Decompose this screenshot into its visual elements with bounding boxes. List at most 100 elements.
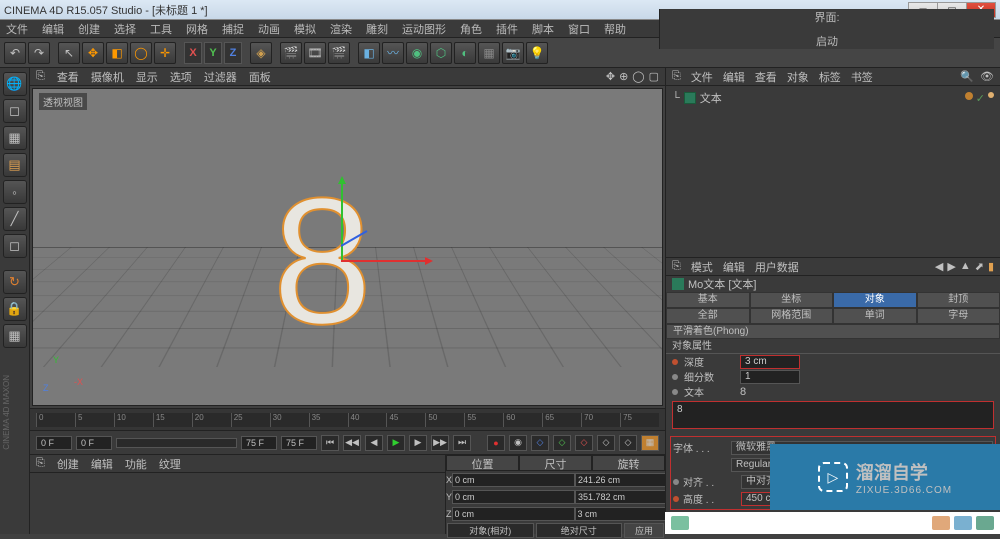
om-view[interactable]: 查看 xyxy=(755,69,777,85)
preview-end[interactable]: 75 F xyxy=(281,436,317,450)
view-menu-filter[interactable]: 过滤器 xyxy=(204,69,237,85)
om-object[interactable]: 对象 xyxy=(787,69,809,85)
anim-dot-depth[interactable] xyxy=(672,359,678,365)
key-opts[interactable]: ▦ xyxy=(641,435,659,451)
undock-icon[interactable]: ⎘ xyxy=(36,457,45,470)
tab-basic[interactable]: 基本 xyxy=(666,292,750,308)
undo-button[interactable]: ↶ xyxy=(4,42,26,64)
orbit-icon[interactable]: ◯ xyxy=(632,70,644,83)
pan-icon[interactable]: ✥ xyxy=(606,70,615,83)
environment-tool[interactable]: ▦ xyxy=(478,42,500,64)
anim-dot-height[interactable] xyxy=(673,496,679,502)
anim-dot-subd[interactable] xyxy=(672,374,678,380)
mat-tab-edit[interactable]: 编辑 xyxy=(91,456,113,472)
nav-fwd-icon[interactable]: ▶ xyxy=(947,260,955,273)
scale-tool[interactable]: ◧ xyxy=(106,42,128,64)
layout-value[interactable]: 启动 xyxy=(816,33,838,49)
pos-x[interactable] xyxy=(452,473,575,487)
camera-tool[interactable]: 📷 xyxy=(502,42,524,64)
phong-row[interactable]: 平滑着色(Phong) xyxy=(666,324,1000,339)
next-frame[interactable]: ▶ xyxy=(409,435,427,451)
key-param[interactable]: ◇ xyxy=(597,435,615,451)
lock-y[interactable]: Y xyxy=(204,42,222,64)
menu-sculpt[interactable]: 雕刻 xyxy=(366,21,388,37)
tree-expand-icon[interactable]: └ xyxy=(672,92,680,104)
anim-dot-text[interactable] xyxy=(672,389,678,395)
undock-icon[interactable]: ⎘ xyxy=(672,260,681,273)
next-key[interactable]: ▶▶ xyxy=(431,435,449,451)
menu-character[interactable]: 角色 xyxy=(460,21,482,37)
attr-edit[interactable]: 编辑 xyxy=(723,259,745,275)
nav-compass[interactable]: Y Z -X xyxy=(43,355,83,395)
nav-up-icon[interactable]: ▲ xyxy=(960,260,971,273)
view-menu-display[interactable]: 显示 xyxy=(136,69,158,85)
om-bookmarks[interactable]: 书签 xyxy=(851,69,873,85)
lock-z[interactable]: Z xyxy=(224,42,242,64)
anim-dot-align[interactable] xyxy=(673,479,679,485)
om-file[interactable]: 文件 xyxy=(691,69,713,85)
menu-select[interactable]: 选择 xyxy=(114,21,136,37)
undock-icon[interactable]: ⎘ xyxy=(672,70,681,83)
om-tags[interactable]: 标签 xyxy=(819,69,841,85)
menu-mesh[interactable]: 网格 xyxy=(186,21,208,37)
axis-y[interactable] xyxy=(341,180,343,260)
menu-create[interactable]: 创建 xyxy=(78,21,100,37)
soft-select[interactable]: ▦ xyxy=(3,324,27,348)
move-tool[interactable]: ✥ xyxy=(82,42,104,64)
light-tool[interactable]: 💡 xyxy=(526,42,548,64)
tree-item-label[interactable]: 文本 xyxy=(700,90,722,106)
coord-system[interactable]: ◈ xyxy=(250,42,272,64)
prev-key[interactable]: ◀◀ xyxy=(343,435,361,451)
menu-tools[interactable]: 工具 xyxy=(150,21,172,37)
menu-animate[interactable]: 动画 xyxy=(258,21,280,37)
lock-x[interactable]: X xyxy=(184,42,202,64)
mat-tab-create[interactable]: 创建 xyxy=(57,456,79,472)
record-button[interactable]: ● xyxy=(487,435,505,451)
polygon-mode[interactable]: ◻ xyxy=(3,234,27,258)
attr-userdata[interactable]: 用户数据 xyxy=(755,259,799,275)
rotate-tool[interactable]: ◯ xyxy=(130,42,152,64)
texture-mode[interactable]: ▦ xyxy=(3,126,27,150)
pos-y[interactable] xyxy=(452,490,575,504)
tab-letter[interactable]: 字母 xyxy=(917,308,1000,324)
select-tool[interactable]: ↖ xyxy=(58,42,80,64)
new-window-icon[interactable]: ⬈ xyxy=(975,260,984,273)
coord-mode-select[interactable]: 对象(相对) xyxy=(447,523,534,538)
zoom-icon[interactable]: ⊕ xyxy=(619,70,628,83)
size-mode-select[interactable]: 绝对尺寸 xyxy=(536,523,623,538)
tree-item-text[interactable]: └ 文本 ✓ xyxy=(672,90,994,106)
lock-icon[interactable]: ▮ xyxy=(988,260,994,273)
render-region[interactable]: 🎞 xyxy=(304,42,326,64)
view-menu-panel[interactable]: 面板 xyxy=(249,69,271,85)
edge-mode[interactable]: ╱ xyxy=(3,207,27,231)
key-pos[interactable]: ◇ xyxy=(531,435,549,451)
depth-input[interactable] xyxy=(740,355,800,369)
axis-x[interactable] xyxy=(341,260,431,262)
subd-input[interactable] xyxy=(740,370,800,384)
menu-script[interactable]: 脚本 xyxy=(532,21,554,37)
view-menu-view[interactable]: 查看 xyxy=(57,69,79,85)
pos-z[interactable] xyxy=(452,507,575,521)
current-frame[interactable]: 0 F xyxy=(76,436,112,450)
end-frame[interactable]: 75 F xyxy=(241,436,277,450)
swatch-1[interactable] xyxy=(671,516,689,530)
menu-snap[interactable]: 捕捉 xyxy=(222,21,244,37)
last-tool[interactable]: ✛ xyxy=(154,42,176,64)
mat-tab-function[interactable]: 功能 xyxy=(125,456,147,472)
autokey-button[interactable]: ◉ xyxy=(509,435,527,451)
swatch-3[interactable] xyxy=(954,516,972,530)
tab-word[interactable]: 单词 xyxy=(833,308,917,324)
timeline-ruler[interactable]: 0 5 10 15 20 25 30 35 40 45 50 55 60 65 … xyxy=(30,408,665,430)
apply-button[interactable]: 应用 xyxy=(624,523,664,538)
swatch-4[interactable] xyxy=(976,516,994,530)
make-editable[interactable]: 🌐 xyxy=(3,72,27,96)
workplane-mode[interactable]: ▤ xyxy=(3,153,27,177)
attr-mode[interactable]: 模式 xyxy=(691,259,713,275)
render-settings[interactable]: 🎬 xyxy=(328,42,350,64)
om-edit[interactable]: 编辑 xyxy=(723,69,745,85)
mat-tab-texture[interactable]: 纹理 xyxy=(159,456,181,472)
deformer-tool[interactable]: ◐ xyxy=(454,42,476,64)
prev-frame[interactable]: ◀ xyxy=(365,435,383,451)
visibility-render[interactable]: ✓ xyxy=(976,92,985,105)
model-mode[interactable]: ◻ xyxy=(3,99,27,123)
